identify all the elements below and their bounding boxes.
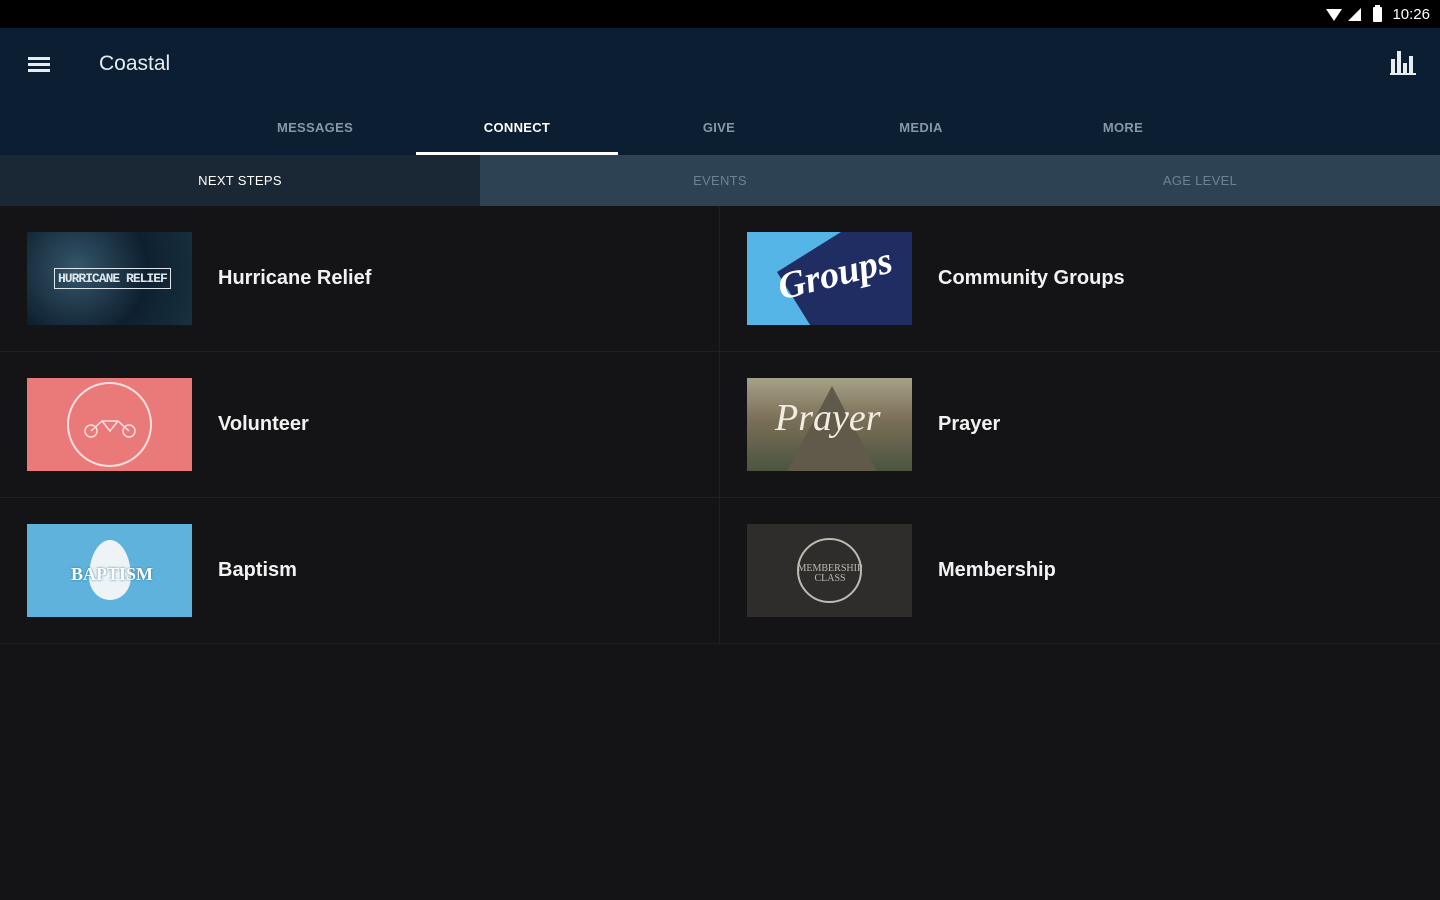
tab-media[interactable]: MEDIA: [820, 99, 1022, 155]
membership-thumbnail: MEMBERSHIP CLASS: [747, 524, 912, 617]
thumbnail-text: MEMBERSHIP CLASS: [797, 563, 863, 584]
thumbnail-text: Prayer: [775, 397, 881, 439]
app-bar: Coastal MESSAGES CONNECT GIVE MEDIA MORE: [0, 28, 1440, 155]
tab-give[interactable]: GIVE: [618, 99, 820, 155]
subtab-next-steps[interactable]: NEXT STEPS: [0, 155, 480, 206]
list-item-baptism[interactable]: BAPTISM Baptism: [0, 498, 720, 644]
hurricane-relief-thumbnail: HURRICANE RELIEF: [27, 232, 192, 325]
list-item-volunteer[interactable]: Volunteer: [0, 352, 720, 498]
tab-more[interactable]: MORE: [1022, 99, 1224, 155]
main-tab-bar: MESSAGES CONNECT GIVE MEDIA MORE: [214, 99, 1224, 155]
item-label: Hurricane Relief: [218, 267, 372, 289]
tab-messages[interactable]: MESSAGES: [214, 99, 416, 155]
cell-signal-icon: [1348, 7, 1362, 21]
thumbnail-text: HURRICANE RELIEF: [54, 268, 171, 289]
subtab-events[interactable]: EVENTS: [480, 155, 960, 206]
list-item-hurricane-relief[interactable]: HURRICANE RELIEF Hurricane Relief: [0, 206, 720, 352]
list-item-community-groups[interactable]: Groups Community Groups: [720, 206, 1440, 352]
item-label: Baptism: [218, 559, 297, 581]
app-title: Coastal: [99, 52, 171, 75]
thumbnail-text: BAPTISM: [71, 564, 154, 584]
next-steps-grid: HURRICANE RELIEF Hurricane Relief Groups…: [0, 206, 1440, 644]
list-item-prayer[interactable]: Prayer Prayer: [720, 352, 1440, 498]
item-label: Prayer: [938, 413, 1001, 435]
bar-chart-icon[interactable]: [1390, 50, 1416, 76]
item-label: Volunteer: [218, 413, 309, 435]
status-bar: 10:26: [0, 0, 1440, 28]
hamburger-menu-icon[interactable]: [28, 54, 54, 76]
prayer-thumbnail: Prayer: [747, 378, 912, 471]
sub-tab-bar: NEXT STEPS EVENTS AGE LEVEL: [0, 155, 1440, 206]
list-item-membership[interactable]: MEMBERSHIP CLASS Membership: [720, 498, 1440, 644]
tab-connect[interactable]: CONNECT: [416, 99, 618, 155]
baptism-thumbnail: BAPTISM: [27, 524, 192, 617]
community-groups-thumbnail: Groups: [747, 232, 912, 325]
item-label: Community Groups: [938, 267, 1125, 289]
subtab-age-level[interactable]: AGE LEVEL: [960, 155, 1440, 206]
volunteer-thumbnail: [27, 378, 192, 471]
wifi-icon: [1326, 9, 1343, 21]
tandem-bike-icon: [84, 420, 136, 438]
status-time: 10:26: [1392, 5, 1430, 23]
item-label: Membership: [938, 559, 1056, 581]
battery-icon: [1373, 4, 1383, 22]
